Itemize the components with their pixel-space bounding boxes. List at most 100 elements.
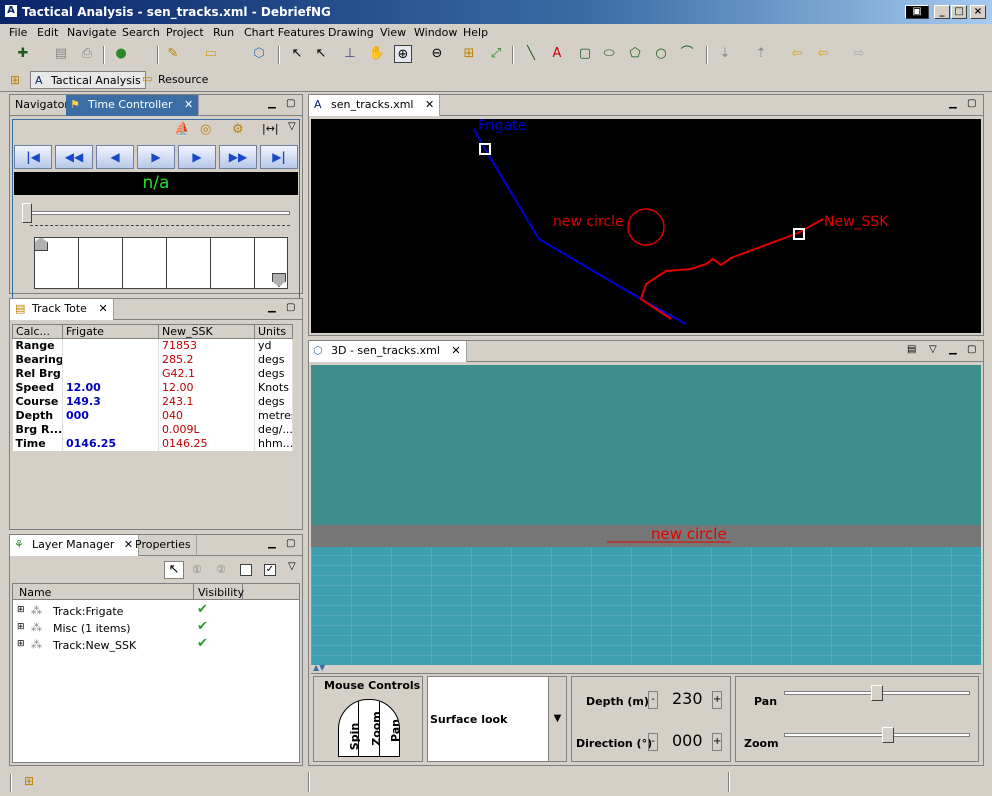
depth-minus-button[interactable]: -: [648, 691, 658, 709]
zoom-slider[interactable]: [784, 733, 970, 737]
tote-header[interactable]: Calc...: [12, 324, 63, 339]
minimize-plot-icon[interactable]: ▁: [949, 98, 957, 109]
visible-check-icon[interactable]: ✔: [197, 636, 208, 651]
fit-time-icon[interactable]: |↔|: [262, 122, 279, 135]
properties-icon[interactable]: ⚙: [232, 122, 244, 137]
menu-navigate[interactable]: Navigate: [67, 26, 116, 39]
scene-3d[interactable]: new circle: [311, 365, 981, 665]
menu-drawing[interactable]: Drawing: [328, 26, 374, 39]
new-icon[interactable]: ✚: [14, 45, 32, 63]
tote-header[interactable]: Units: [254, 324, 293, 339]
back-icon[interactable]: ⇦: [814, 45, 832, 63]
close-3d-icon[interactable]: ✕: [451, 344, 460, 357]
pan-button[interactable]: Pan: [380, 700, 399, 756]
maximize-view-icon[interactable]: ▢: [286, 98, 295, 109]
depth-value[interactable]: 230: [672, 689, 703, 708]
time-range-bar[interactable]: [34, 237, 288, 289]
first-button[interactable]: |◀: [14, 145, 52, 169]
minimize-layer-icon[interactable]: ▁: [268, 538, 276, 549]
select-pointer-icon[interactable]: ↖: [288, 45, 306, 63]
maximize-tote-icon[interactable]: ▢: [286, 302, 295, 313]
direction-value[interactable]: 000: [672, 731, 703, 750]
menu-help[interactable]: Help: [463, 26, 488, 39]
open-folder-icon[interactable]: ▭: [202, 45, 220, 63]
maximize-plot-icon[interactable]: ▢: [967, 98, 976, 109]
close-button[interactable]: ×: [970, 5, 986, 19]
tab-layer-manager[interactable]: ⚘ Layer Manager ✕: [10, 535, 140, 556]
tote-header[interactable]: New_SSK: [158, 324, 255, 339]
rectangle-icon[interactable]: ▢: [576, 45, 594, 63]
expand-icon[interactable]: ⊞: [17, 622, 25, 632]
direction-plus-button[interactable]: +: [712, 733, 722, 751]
hand-pan-icon[interactable]: ✋: [368, 45, 386, 63]
layout-icon[interactable]: ▤: [907, 344, 916, 355]
import-icon[interactable]: ⇣: [716, 45, 734, 63]
perspective-resource[interactable]: ▭ Resource: [138, 71, 212, 89]
minimize-tote-icon[interactable]: ▁: [268, 302, 276, 313]
zoom-in-icon[interactable]: ⊕: [394, 45, 412, 63]
visible-check-icon[interactable]: ✔: [197, 619, 208, 634]
menu-window[interactable]: Window: [414, 26, 457, 39]
menu-search[interactable]: Search: [122, 26, 160, 39]
large-step-forward-button[interactable]: ▶▶: [219, 145, 257, 169]
save-icon[interactable]: ▤: [52, 45, 70, 63]
spin-button[interactable]: Spin: [339, 700, 361, 756]
close-plot-icon[interactable]: ✕: [425, 98, 434, 111]
maximize-layer-icon[interactable]: ▢: [286, 538, 295, 549]
open-perspective-icon[interactable]: ⊞: [10, 73, 20, 87]
cube-icon[interactable]: ⬡: [250, 45, 268, 63]
list-item[interactable]: ⊞ ⁂ Misc (1 items) ✔: [17, 619, 297, 637]
run-icon[interactable]: ●: [112, 45, 130, 63]
small-step-back-button[interactable]: ◀: [96, 145, 134, 169]
list-item[interactable]: ⊞ ⁂ Track:New_SSK ✔: [17, 636, 297, 654]
snail-icon[interactable]: ◎: [200, 122, 211, 137]
back-history-icon[interactable]: ⇦: [788, 45, 806, 63]
tab-track-tote[interactable]: ▤ Track Tote ✕: [10, 299, 114, 320]
plot-canvas[interactable]: Frigate New_SSK new circle: [311, 119, 981, 333]
menu-chart-features[interactable]: Chart Features: [244, 26, 325, 39]
range-bearing-icon[interactable]: ⊥: [341, 45, 359, 63]
view-menu-icon[interactable]: ▽: [288, 121, 296, 132]
minimize-3d-icon[interactable]: ▁: [949, 344, 957, 355]
drag-pointer-icon[interactable]: ↖: [312, 45, 330, 63]
direction-minus-button[interactable]: -: [648, 733, 658, 751]
perspective-tactical[interactable]: A Tactical Analysis: [30, 71, 146, 89]
expand-icon[interactable]: ⤢: [487, 45, 505, 63]
tab-properties[interactable]: Properties: [130, 535, 197, 556]
minimize-view-icon[interactable]: ▁: [268, 98, 276, 109]
text-icon[interactable]: A: [548, 45, 566, 63]
chevron-down-icon[interactable]: ▼: [548, 677, 566, 761]
expand-icon[interactable]: ⊞: [17, 639, 25, 649]
play-button[interactable]: ▶: [137, 145, 175, 169]
close-tab-icon[interactable]: ✕: [184, 98, 193, 111]
maximize-3d-icon[interactable]: ▢: [967, 344, 976, 355]
depth-plus-button[interactable]: +: [712, 691, 722, 709]
zoom-slider-thumb[interactable]: [882, 727, 895, 743]
list-item[interactable]: ⊞ ⁂ Track:Frigate ✔: [17, 602, 297, 620]
zoom-out-icon[interactable]: ⊖: [428, 45, 446, 63]
time-slider-track[interactable]: [24, 211, 290, 215]
tab-sen-tracks[interactable]: A sen_tracks.xml ✕: [309, 95, 441, 116]
small-step-forward-button[interactable]: ▶: [178, 145, 216, 169]
level-2-icon[interactable]: ②: [216, 563, 226, 576]
hide-all-checkbox[interactable]: [240, 564, 252, 576]
view3d-menu-icon[interactable]: ▽: [929, 344, 937, 355]
menu-project[interactable]: Project: [166, 26, 204, 39]
tab-time-controller[interactable]: ⚑ Time Controller ✕: [66, 95, 200, 116]
filter-icon[interactable]: ⛵: [174, 122, 190, 137]
fast-view-icon[interactable]: ⊞: [24, 774, 34, 788]
pan-slider-thumb[interactable]: [871, 685, 883, 701]
show-all-checkbox[interactable]: ✓: [264, 564, 276, 576]
layer-menu-icon[interactable]: ▽: [288, 561, 296, 572]
tab-3d[interactable]: ⬡ 3D - sen_tracks.xml ✕: [309, 341, 467, 362]
col-name[interactable]: Name: [19, 586, 51, 599]
polygon-icon[interactable]: ⬠: [626, 45, 644, 63]
minimize-button[interactable]: _: [934, 5, 950, 19]
forward-icon[interactable]: ⇨: [850, 45, 868, 63]
zoom-button[interactable]: Zoom: [359, 700, 383, 756]
fit-window-icon[interactable]: ⊞: [460, 45, 478, 63]
line-icon[interactable]: ╲: [522, 45, 540, 63]
menu-file[interactable]: File: [9, 26, 27, 39]
print-icon[interactable]: ⎙: [78, 45, 96, 63]
time-slider-thumb[interactable]: [22, 203, 32, 223]
